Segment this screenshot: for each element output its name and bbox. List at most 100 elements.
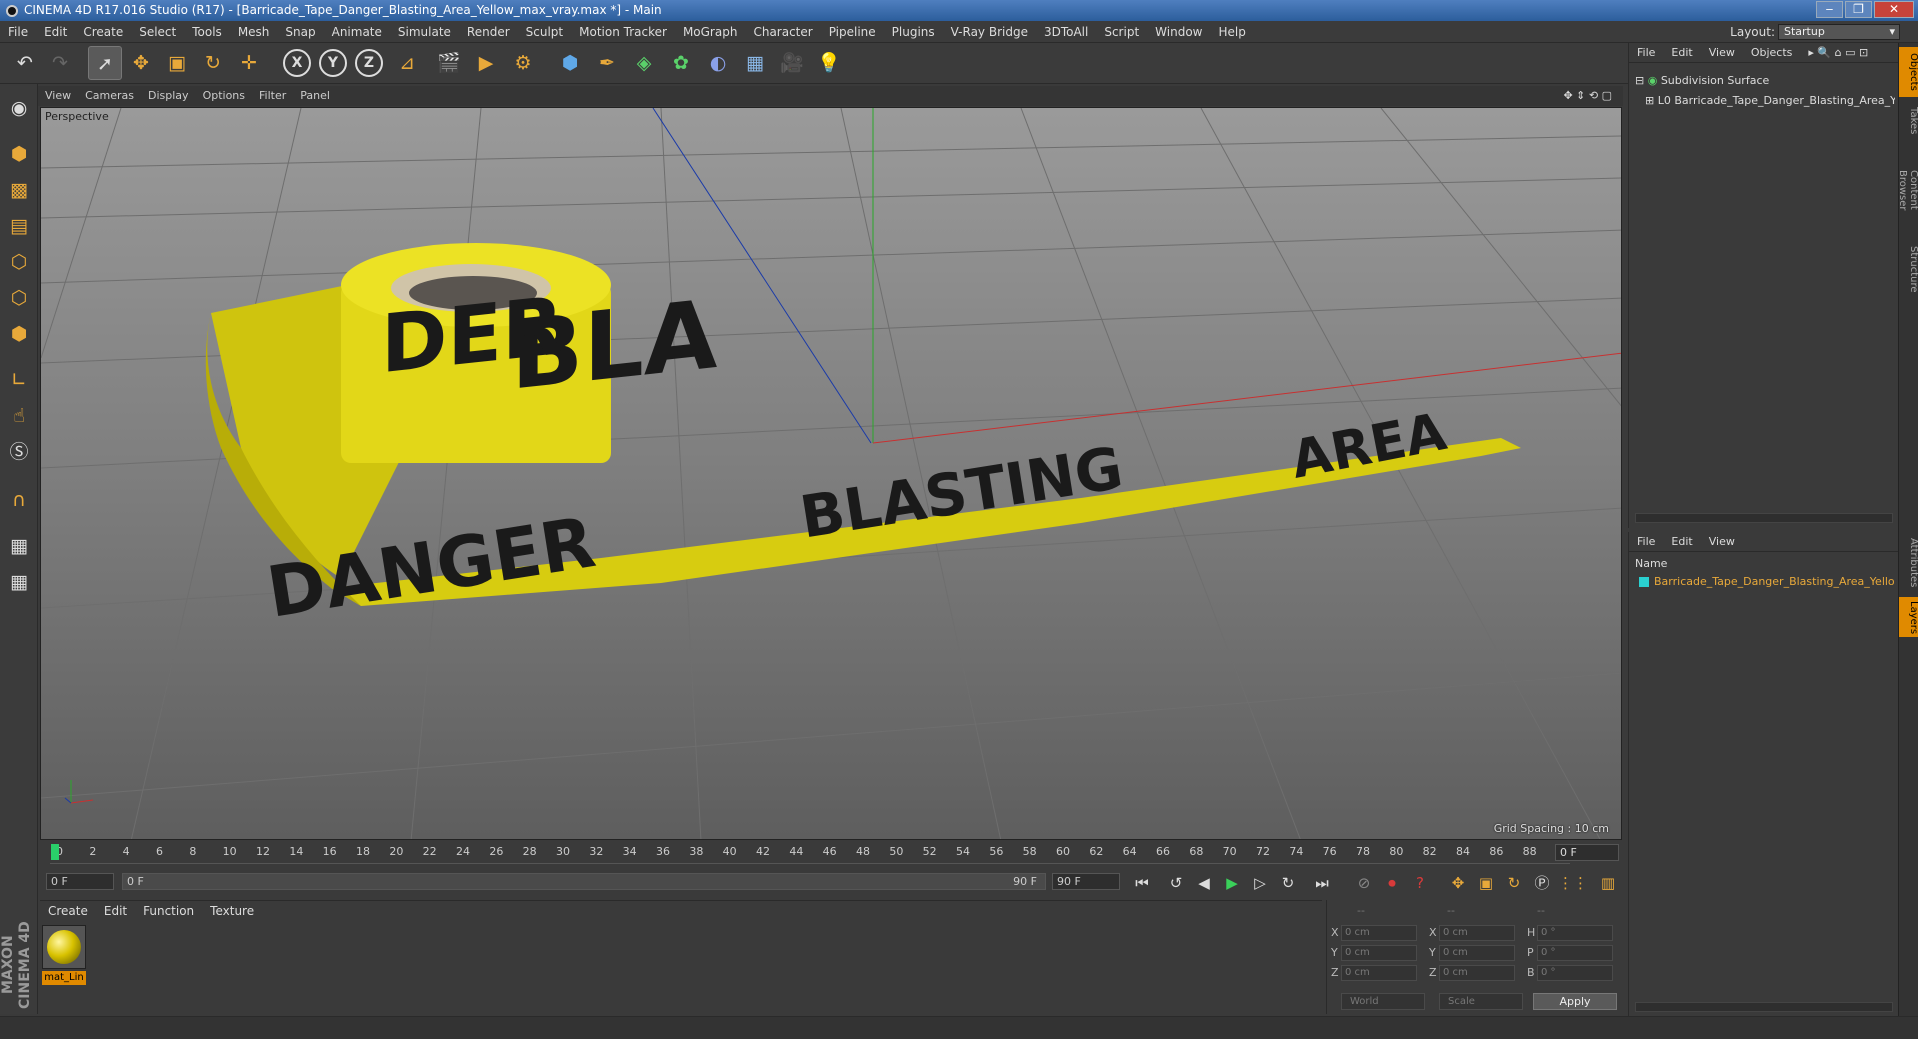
menu-file[interactable]: File bbox=[0, 21, 36, 43]
menu-vray-bridge[interactable]: V-Ray Bridge bbox=[943, 21, 1036, 43]
size-y-field[interactable]: 0 cm bbox=[1439, 945, 1515, 961]
layer-manager-scrollbar[interactable] bbox=[1635, 1002, 1893, 1012]
layout-select[interactable]: Startup ▾ bbox=[1778, 24, 1900, 40]
minimize-button[interactable]: ‒ bbox=[1816, 1, 1843, 18]
rotation-p-field[interactable]: 0 ° bbox=[1537, 945, 1613, 961]
edit-render-settings-icon[interactable]: ⚙ bbox=[506, 46, 540, 80]
object-row-barricade-tape[interactable]: ⊞ L0 Barricade_Tape_Danger_Blasting_Area… bbox=[1645, 91, 1895, 111]
tab-structure[interactable]: Structure bbox=[1899, 239, 1918, 299]
undo-icon[interactable]: ↶ bbox=[8, 46, 42, 80]
record-keys-icon[interactable]: ⊘ bbox=[1352, 872, 1376, 894]
snapping-icon[interactable]: Ⓢ bbox=[3, 436, 35, 468]
keyframe-selection-icon[interactable]: ? bbox=[1408, 872, 1432, 894]
position-y-field[interactable]: 0 cm bbox=[1341, 945, 1417, 961]
timeline-track[interactable]: 0 2 4 6 8 10 12 14 16 18 20 22 24 26 28 30 32 34 36 38 40 42 4… bbox=[50, 842, 1570, 864]
move-icon[interactable]: ✥ bbox=[124, 46, 158, 80]
model-mode-icon[interactable]: ⬢ bbox=[3, 138, 35, 170]
render-view-icon[interactable]: 🎬 bbox=[432, 46, 466, 80]
play-icon[interactable]: ▶ bbox=[1220, 872, 1244, 894]
menu-edit[interactable]: Edit bbox=[36, 21, 75, 43]
menu-mograph[interactable]: MoGraph bbox=[675, 21, 746, 43]
viewport-menu-view[interactable]: View bbox=[38, 86, 78, 106]
coordinate-system-icon[interactable]: ⊿ bbox=[390, 46, 424, 80]
end-frame-field[interactable]: 90 F bbox=[1052, 873, 1120, 890]
menu-3dtoall[interactable]: 3DToAll bbox=[1036, 21, 1096, 43]
floor-icon[interactable]: ▦ bbox=[738, 46, 772, 80]
key-point-level-icon[interactable]: ⋮⋮ bbox=[1558, 872, 1588, 894]
material-menu-texture[interactable]: Texture bbox=[202, 901, 262, 921]
perspective-viewport[interactable]: BLA DER DANGER BLASTING AREA Perspective… bbox=[40, 107, 1622, 840]
object-manager-scrollbar[interactable] bbox=[1635, 513, 1893, 523]
object-menu-file[interactable]: File bbox=[1629, 43, 1663, 63]
next-frame-icon[interactable]: ▷ bbox=[1248, 872, 1272, 894]
viewport-menu-options[interactable]: Options bbox=[196, 86, 252, 106]
current-frame-field[interactable]: 0 F bbox=[1555, 844, 1619, 861]
timeline-window-icon[interactable]: ▥ bbox=[1596, 872, 1620, 894]
material-thumbnail[interactable] bbox=[42, 925, 86, 969]
object-menu-edit[interactable]: Edit bbox=[1663, 43, 1700, 63]
autokeying-icon[interactable]: ⏺ bbox=[1380, 872, 1404, 894]
key-position-icon[interactable]: ✥ bbox=[1446, 872, 1470, 894]
expand-icon[interactable]: ⊟ bbox=[1635, 74, 1648, 87]
y-axis-icon[interactable]: Y bbox=[316, 46, 350, 80]
go-to-start-icon[interactable]: ⏮ bbox=[1130, 872, 1154, 894]
menu-snap[interactable]: Snap bbox=[277, 21, 323, 43]
menu-animate[interactable]: Animate bbox=[324, 21, 390, 43]
tab-takes[interactable]: Takes bbox=[1899, 101, 1918, 141]
start-frame-field[interactable]: 0 F bbox=[46, 873, 114, 890]
points-mode-icon[interactable]: ⬡ bbox=[3, 246, 35, 278]
rotate-icon[interactable]: ↻ bbox=[196, 46, 230, 80]
size-mode-select[interactable]: Scale bbox=[1439, 993, 1523, 1010]
position-z-field[interactable]: 0 cm bbox=[1341, 965, 1417, 981]
material-menu-edit[interactable]: Edit bbox=[96, 901, 135, 921]
key-rotation-icon[interactable]: ↻ bbox=[1502, 872, 1526, 894]
playhead[interactable] bbox=[51, 844, 59, 860]
tab-layers[interactable]: Layers bbox=[1899, 597, 1918, 637]
menu-tools[interactable]: Tools bbox=[184, 21, 230, 43]
subdivision-icon[interactable]: ◈ bbox=[627, 46, 661, 80]
viewport-menu-display[interactable]: Display bbox=[141, 86, 196, 106]
size-z-field[interactable]: 0 cm bbox=[1439, 965, 1515, 981]
material-label[interactable]: mat_Lin bbox=[42, 971, 86, 985]
layer-menu-file[interactable]: File bbox=[1629, 532, 1663, 552]
next-key-icon[interactable]: ↻ bbox=[1276, 872, 1300, 894]
workplane-mode-icon[interactable]: ▤ bbox=[3, 210, 35, 242]
go-to-end-icon[interactable]: ⏭ bbox=[1310, 872, 1334, 894]
x-axis-icon[interactable]: X bbox=[280, 46, 314, 80]
redo-icon[interactable]: ↷ bbox=[43, 46, 77, 80]
viewport-navigation-icons[interactable]: ✥ ⇕ ⟲ ▢ bbox=[1556, 86, 1619, 106]
tweak-mode-icon[interactable]: ☝ bbox=[3, 400, 35, 432]
menu-window[interactable]: Window bbox=[1147, 21, 1210, 43]
maximize-button[interactable]: ❐ bbox=[1845, 1, 1872, 18]
menu-mesh[interactable]: Mesh bbox=[230, 21, 278, 43]
menu-simulate[interactable]: Simulate bbox=[390, 21, 459, 43]
texture-mode-icon[interactable]: ▩ bbox=[3, 174, 35, 206]
make-editable-icon[interactable]: ◉ bbox=[3, 92, 35, 124]
timeline-ruler[interactable]: 0 2 4 6 8 10 12 14 16 18 20 22 24 26 28 30 32 34 36 38 40 42 4… bbox=[40, 842, 1625, 864]
close-button[interactable]: ✕ bbox=[1874, 1, 1914, 18]
tab-objects[interactable]: Objects bbox=[1899, 47, 1918, 97]
viewport-menu-panel[interactable]: Panel bbox=[293, 86, 337, 106]
array-icon[interactable]: ✿ bbox=[664, 46, 698, 80]
render-picture-viewer-icon[interactable]: ▶ bbox=[469, 46, 503, 80]
deformer-icon[interactable]: ◐ bbox=[701, 46, 735, 80]
size-x-field[interactable]: 0 cm bbox=[1439, 925, 1515, 941]
light-icon[interactable]: 💡 bbox=[812, 46, 846, 80]
recent-tool-icon[interactable]: ✛ bbox=[232, 46, 266, 80]
layer-menu-view[interactable]: View bbox=[1701, 532, 1743, 552]
material-menu-create[interactable]: Create bbox=[40, 901, 96, 921]
viewport-menu-cameras[interactable]: Cameras bbox=[78, 86, 141, 106]
menu-character[interactable]: Character bbox=[745, 21, 820, 43]
viewport-menu-filter[interactable]: Filter bbox=[252, 86, 293, 106]
rotation-h-field[interactable]: 0 ° bbox=[1537, 925, 1613, 941]
material-menu-function[interactable]: Function bbox=[135, 901, 202, 921]
planar-workplane-icon[interactable]: ▦ bbox=[3, 566, 35, 598]
rotation-b-field[interactable]: 0 ° bbox=[1537, 965, 1613, 981]
axis-mode-icon[interactable]: ∟ bbox=[3, 364, 35, 396]
previous-key-icon[interactable]: ↺ bbox=[1164, 872, 1188, 894]
layer-menu-edit[interactable]: Edit bbox=[1663, 532, 1700, 552]
object-row-subdivision-surface[interactable]: ⊟ ◉ Subdivision Surface bbox=[1635, 71, 1769, 91]
polygons-mode-icon[interactable]: ⬢ bbox=[3, 318, 35, 350]
object-manager-toolbar-icons[interactable]: ▸ 🔍 ⌂ ▭ ⊡ bbox=[1800, 43, 1876, 63]
menu-select[interactable]: Select bbox=[131, 21, 184, 43]
